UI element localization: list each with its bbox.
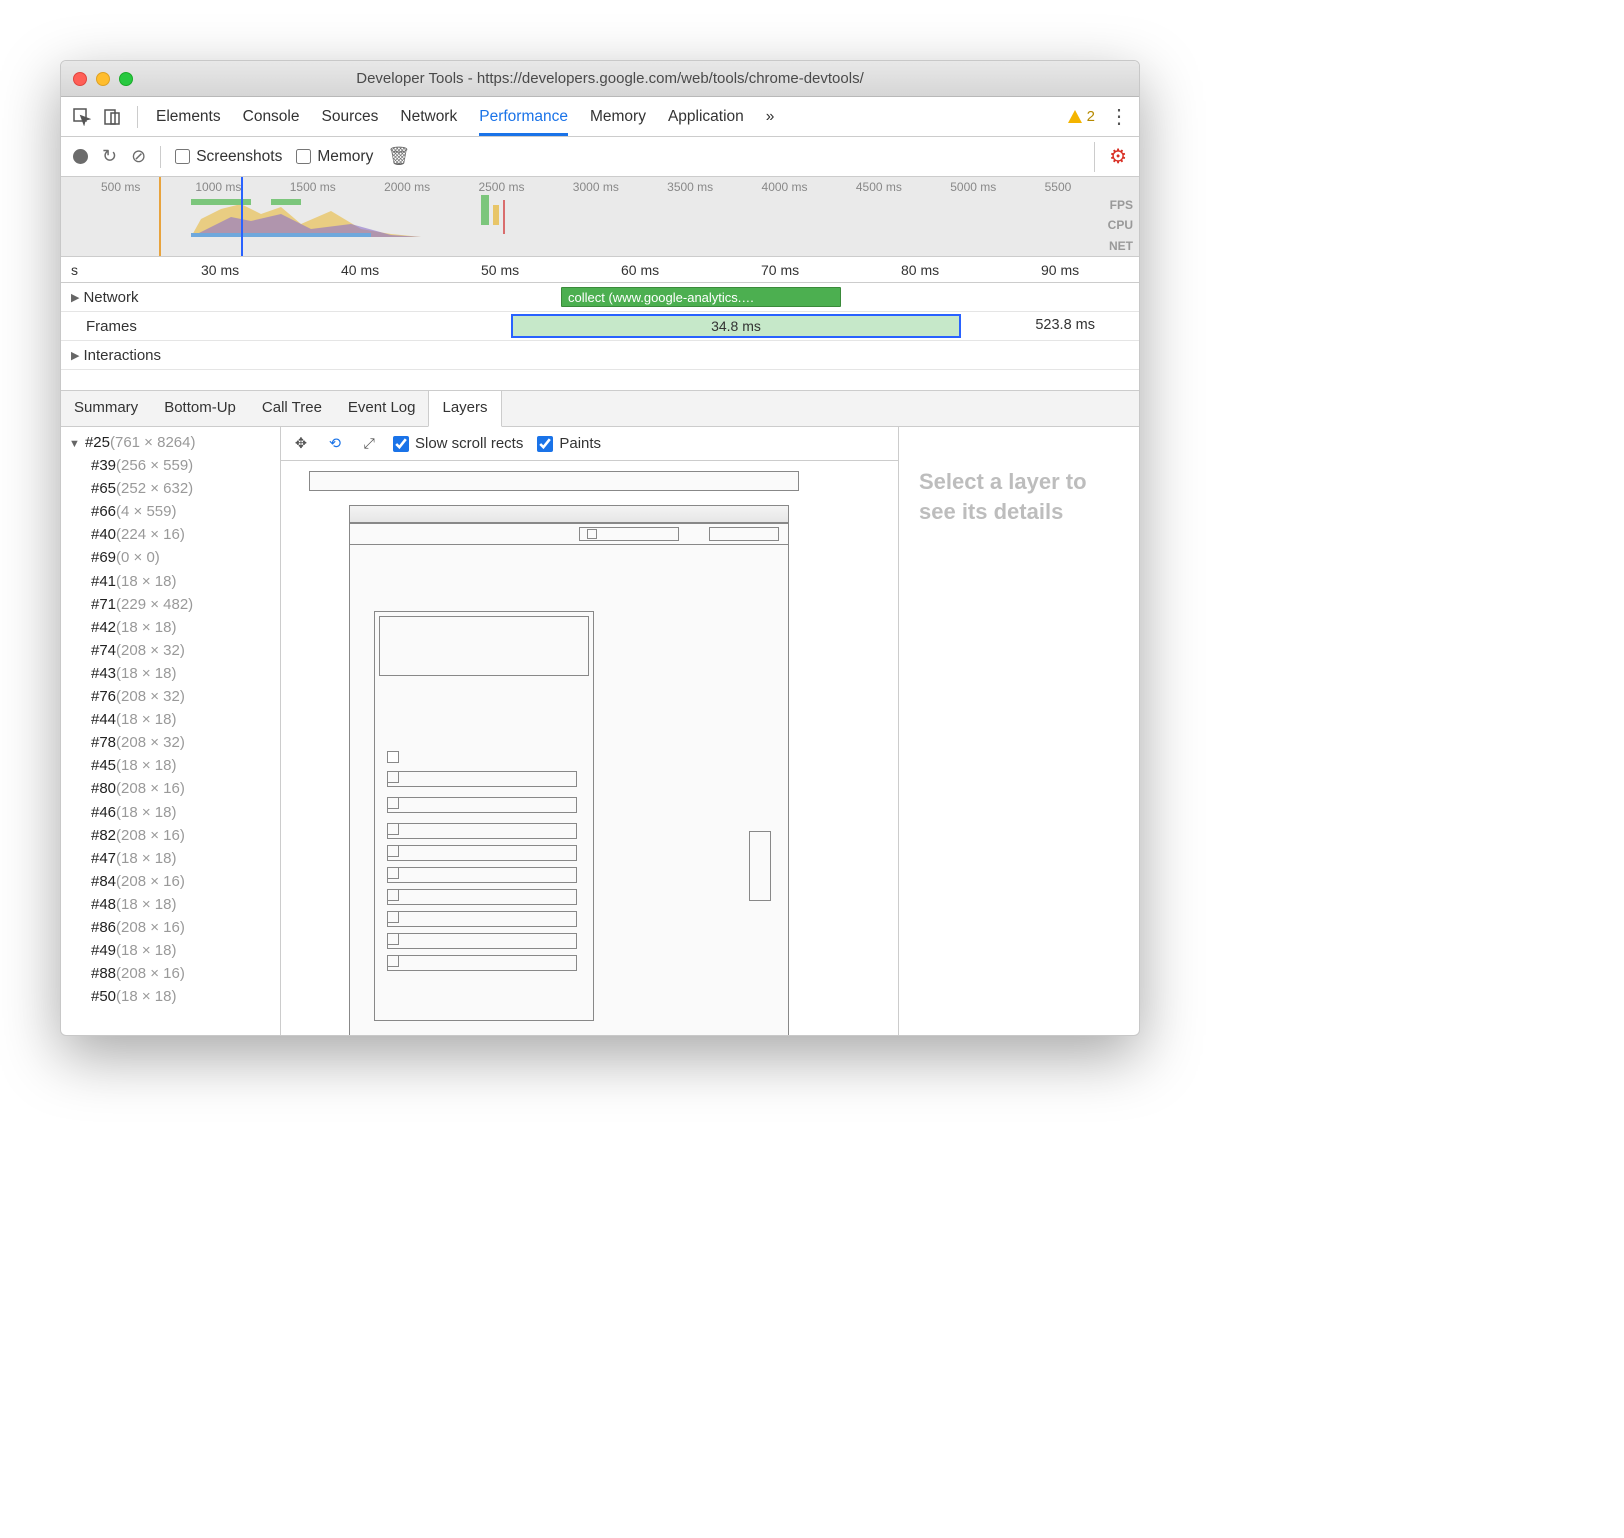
layer-row[interactable]: #40(224 × 16) (69, 523, 280, 546)
layers-panel: ▼ #25(761 × 8264)#39(256 × 559)#65(252 ×… (61, 427, 1139, 1035)
layer-row[interactable]: #43(18 × 18) (69, 662, 280, 685)
zoom-icon[interactable] (119, 72, 133, 86)
garbage-icon[interactable]: 🗑 (387, 146, 410, 167)
frame-duration: 523.8 ms (1035, 317, 1095, 333)
canvas-toolbar: ✥ ⟲ ⤢ Slow scroll rects Paints (281, 427, 898, 461)
layer-row[interactable]: #78(208 × 32) (69, 731, 280, 754)
paints-label: Paints (559, 435, 601, 452)
activity-chart-2 (481, 195, 531, 239)
tracks: ▶Network collect (www.google-analytics.…… (61, 283, 1139, 391)
tab-sources[interactable]: Sources (322, 108, 379, 126)
layer-row[interactable]: #80(208 × 16) (69, 777, 280, 800)
track-interactions[interactable]: ▶Interactions (61, 341, 1139, 370)
subtab-bottomup[interactable]: Bottom-Up (151, 391, 249, 426)
layer-row[interactable]: #49(18 × 18) (69, 939, 280, 962)
layer-row[interactable]: #88(208 × 16) (69, 962, 280, 985)
paints-checkbox[interactable]: Paints (537, 435, 601, 452)
settings-icon[interactable]: ⚙ (1109, 144, 1127, 169)
memory-label: Memory (317, 148, 373, 166)
marker (159, 177, 161, 256)
slow-rects-checkbox[interactable]: Slow scroll rects (393, 435, 523, 452)
main-toolbar: Elements Console Sources Network Perform… (61, 97, 1139, 137)
separator (137, 106, 138, 128)
layer-row[interactable]: #42(18 × 18) (69, 616, 280, 639)
subtab-eventlog[interactable]: Event Log (335, 391, 429, 426)
warnings-badge[interactable]: 2 (1067, 108, 1095, 125)
layer-row[interactable]: #65(252 × 632) (69, 477, 280, 500)
record-icon[interactable] (73, 149, 88, 164)
frame-item[interactable]: 34.8 ms (511, 314, 961, 338)
traffic-lights (73, 72, 133, 86)
inspect-icon[interactable] (71, 106, 93, 128)
layer-details: Select a layer to see its details (899, 427, 1139, 1035)
menu-icon[interactable]: ⋮ (1109, 104, 1129, 129)
layer-row[interactable]: #50(18 × 18) (69, 985, 280, 1008)
track-frames[interactable]: Frames 34.8 ms 523.8 ms (61, 312, 1139, 341)
tab-console[interactable]: Console (243, 108, 300, 126)
layer-tree[interactable]: ▼ #25(761 × 8264)#39(256 × 559)#65(252 ×… (61, 427, 281, 1035)
tab-application[interactable]: Application (668, 108, 744, 126)
pan-icon[interactable]: ✥ (291, 434, 311, 454)
tab-memory[interactable]: Memory (590, 108, 646, 126)
screenshots-label: Screenshots (196, 148, 282, 166)
window-title: Developer Tools - https://developers.goo… (133, 70, 1127, 87)
reload-icon[interactable]: ↻ (102, 146, 117, 167)
layer-row[interactable]: #74(208 × 32) (69, 639, 280, 662)
layer-row[interactable]: ▼ #25(761 × 8264) (69, 431, 280, 454)
titlebar: Developer Tools - https://developers.goo… (61, 61, 1139, 97)
layer-row[interactable]: #39(256 × 559) (69, 454, 280, 477)
overview-ticks: 500 ms1000 ms1500 ms2000 ms2500 ms3000 m… (61, 177, 1139, 194)
layer-preview (309, 471, 874, 1035)
device-toggle-icon[interactable] (101, 106, 123, 128)
tab-elements[interactable]: Elements (156, 108, 221, 126)
activity-chart (191, 199, 421, 239)
track-network[interactable]: ▶Network collect (www.google-analytics.… (61, 283, 1139, 312)
layer-row[interactable]: #45(18 × 18) (69, 754, 280, 777)
layer-row[interactable]: #84(208 × 16) (69, 870, 280, 893)
layer-row[interactable]: #76(208 × 32) (69, 685, 280, 708)
panel-tabs: Elements Console Sources Network Perform… (156, 108, 1067, 126)
warnings-count: 2 (1087, 108, 1095, 125)
reset-icon[interactable]: ⤢ (359, 434, 379, 454)
layer-canvas[interactable]: ✥ ⟲ ⤢ Slow scroll rects Paints (281, 427, 899, 1035)
close-icon[interactable] (73, 72, 87, 86)
layer-row[interactable]: #48(18 × 18) (69, 893, 280, 916)
overview-labels: FPSCPUNET (1108, 195, 1133, 256)
tab-network[interactable]: Network (400, 108, 457, 126)
performance-toolbar: ↻ ⊘ Screenshots Memory 🗑 ⚙ (61, 137, 1139, 177)
devtools-window: Developer Tools - https://developers.goo… (60, 60, 1140, 1036)
subtab-layers[interactable]: Layers (428, 391, 501, 427)
more-tabs-icon[interactable]: » (766, 108, 775, 126)
network-item[interactable]: collect (www.google-analytics.… (561, 287, 841, 307)
timeline-overview[interactable]: 500 ms1000 ms1500 ms2000 ms2500 ms3000 m… (61, 177, 1139, 257)
rotate-icon[interactable]: ⟲ (325, 434, 345, 454)
slow-rects-label: Slow scroll rects (415, 435, 523, 452)
track-frames-label: Frames (86, 318, 137, 335)
clear-icon[interactable]: ⊘ (131, 146, 146, 167)
track-network-label: Network (83, 289, 138, 306)
layer-row[interactable]: #47(18 × 18) (69, 847, 280, 870)
minimize-icon[interactable] (96, 72, 110, 86)
tab-performance[interactable]: Performance (479, 108, 568, 136)
layer-row[interactable]: #71(229 × 482) (69, 593, 280, 616)
layer-row[interactable]: #66(4 × 559) (69, 500, 280, 523)
detail-tabs: Summary Bottom-Up Call Tree Event Log La… (61, 391, 1139, 427)
layer-row[interactable]: #86(208 × 16) (69, 916, 280, 939)
marker (241, 177, 243, 256)
subtab-calltree[interactable]: Call Tree (249, 391, 335, 426)
layer-row[interactable]: #69(0 × 0) (69, 546, 280, 569)
screenshots-checkbox[interactable]: Screenshots (175, 148, 282, 166)
time-ruler[interactable]: s 30 ms 40 ms 50 ms 60 ms 70 ms 80 ms 90… (61, 257, 1139, 283)
subtab-summary[interactable]: Summary (61, 391, 151, 426)
layer-row[interactable]: #82(208 × 16) (69, 824, 280, 847)
layer-row[interactable]: #44(18 × 18) (69, 708, 280, 731)
separator (160, 146, 161, 168)
layer-row[interactable]: #41(18 × 18) (69, 570, 280, 593)
separator (1094, 142, 1095, 172)
track-interactions-label: Interactions (83, 347, 161, 364)
layer-row[interactable]: #46(18 × 18) (69, 801, 280, 824)
memory-checkbox[interactable]: Memory (296, 148, 373, 166)
